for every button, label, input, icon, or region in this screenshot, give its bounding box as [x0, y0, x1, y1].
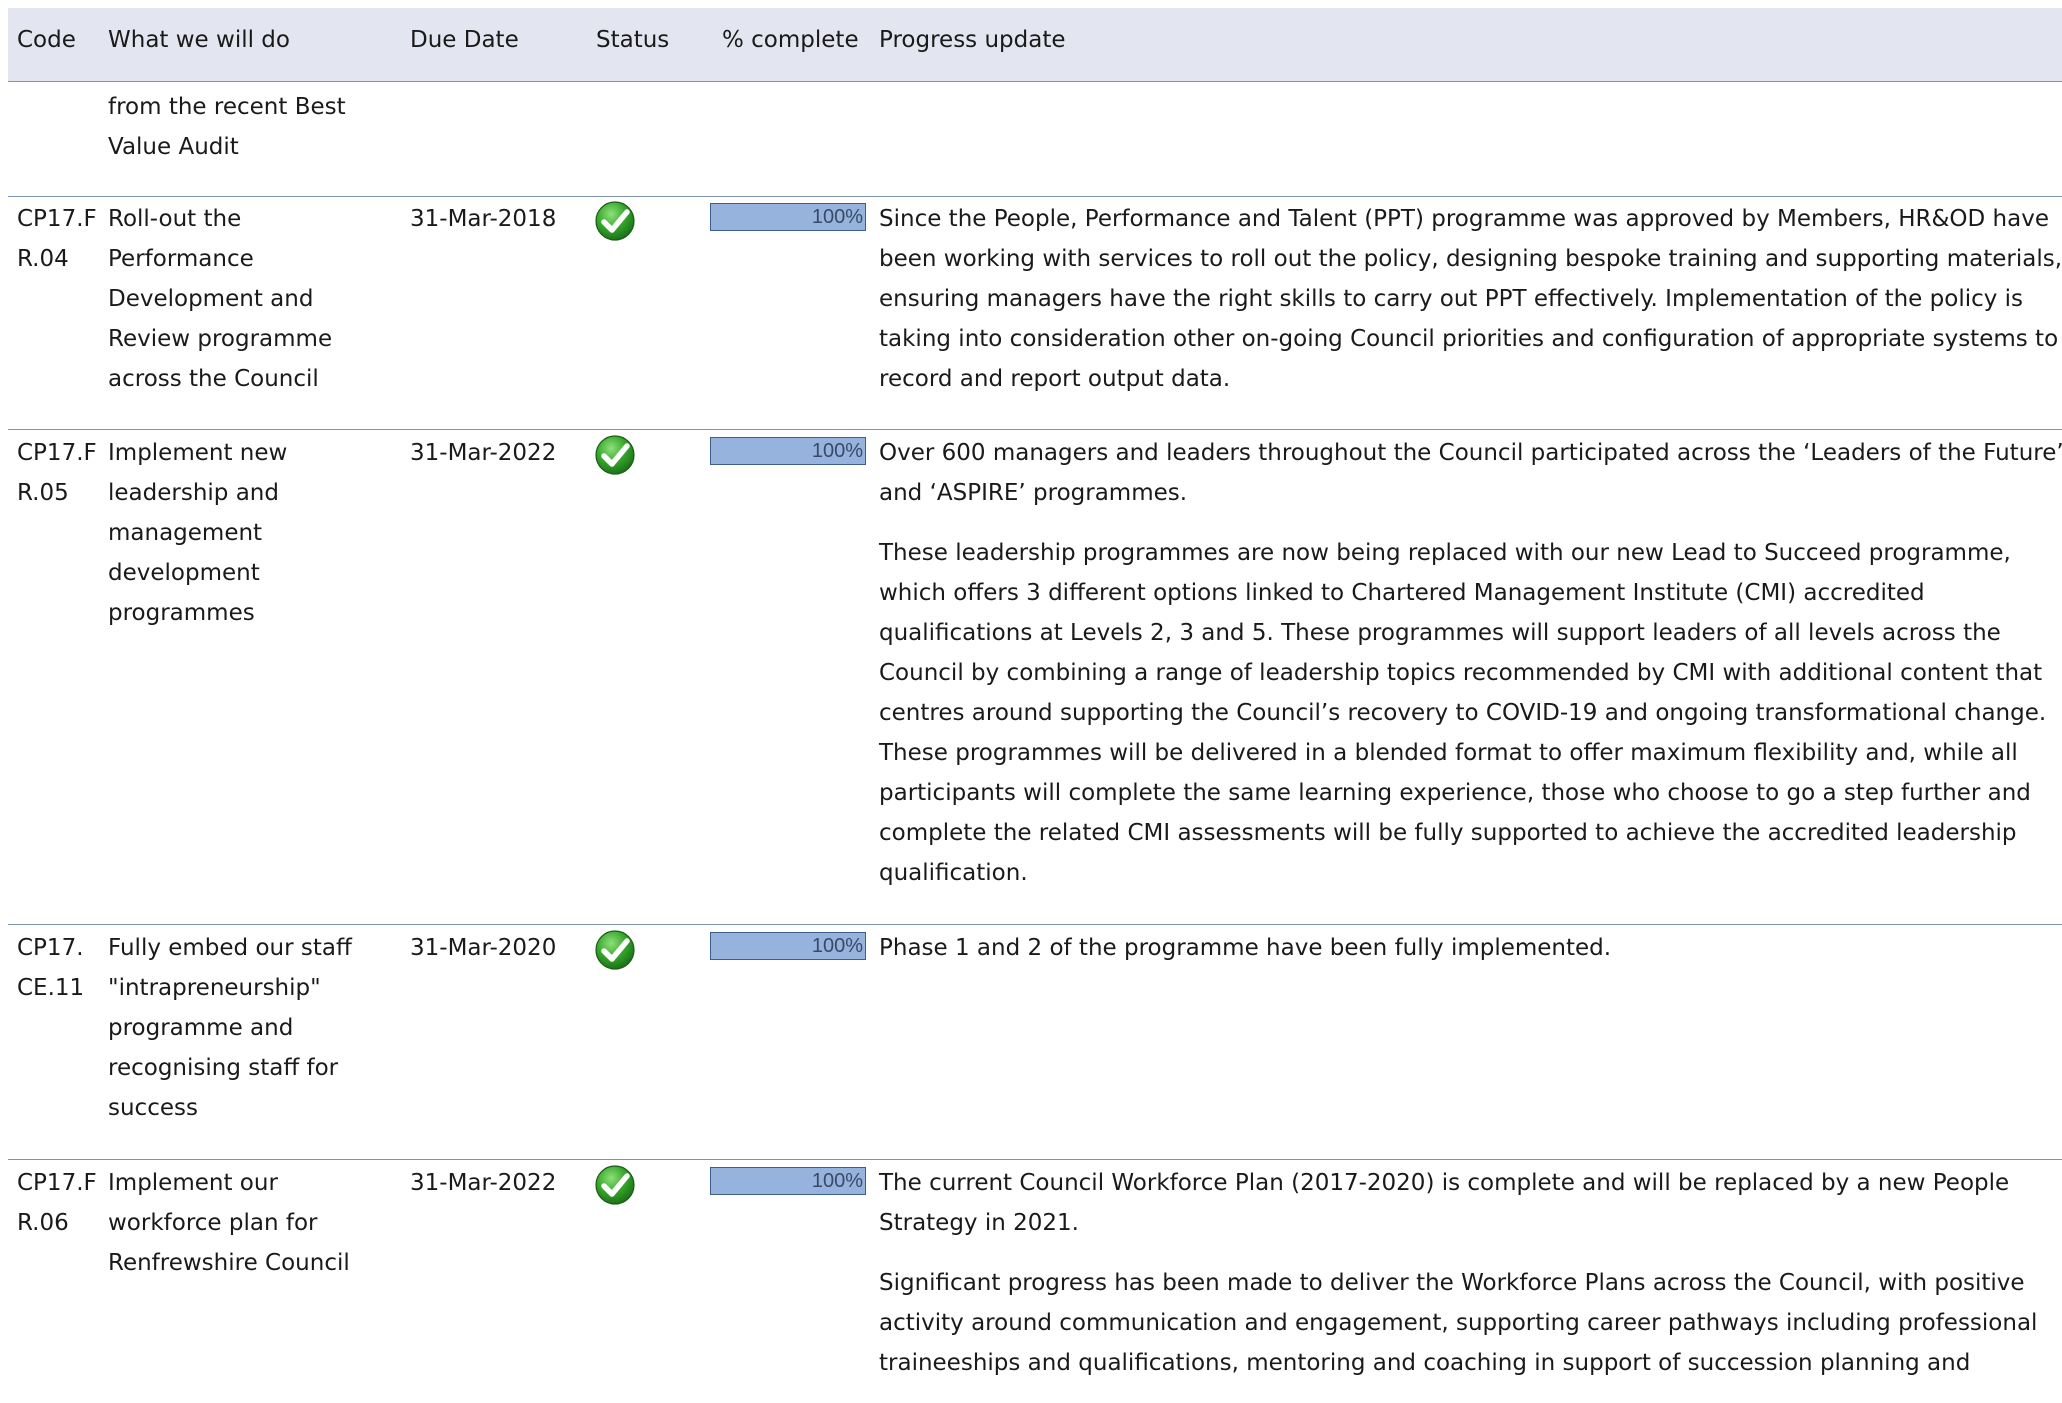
percent-complete-bar: 100%	[710, 437, 866, 465]
what-line: Roll-out the	[108, 206, 242, 232]
what-cell: Implement our workforce plan for Renfrew…	[108, 1163, 376, 1283]
what-line: development	[108, 560, 260, 586]
update-paragraph: The current Council Workforce Plan (2017…	[879, 1170, 2010, 1236]
what-cell: from the recent Best Value Audit	[108, 87, 376, 167]
what-line: across the Council	[108, 366, 319, 392]
column-header-status: Status	[596, 27, 670, 53]
column-header-due-date: Due Date	[410, 27, 519, 53]
what-line: Renfrewshire Council	[108, 1250, 350, 1276]
row-divider	[8, 1159, 2062, 1160]
code-line: R.04	[17, 246, 69, 272]
percent-complete-bar: 100%	[710, 1167, 866, 1195]
percent-complete-bar: 100%	[710, 203, 866, 231]
what-line: Performance	[108, 246, 254, 272]
what-cell: Roll-out the Performance Development and…	[108, 199, 376, 399]
column-header-code: Code	[17, 27, 76, 53]
due-date-cell: 31-Mar-2018	[410, 206, 557, 232]
due-date-cell: 31-Mar-2020	[410, 935, 557, 961]
what-line: management	[108, 520, 263, 546]
update-paragraph: Since the People, Performance and Talent…	[879, 206, 2062, 392]
row-divider	[8, 429, 2062, 430]
progress-update-cell: The current Council Workforce Plan (2017…	[879, 1163, 2062, 1403]
what-line: recognising staff for	[108, 1055, 339, 1081]
update-paragraph: Over 600 managers and leaders throughout…	[879, 440, 2062, 506]
what-line: Implement our	[108, 1170, 278, 1196]
column-header-what: What we will do	[108, 27, 290, 53]
percent-complete-bar: 100%	[710, 932, 866, 960]
update-paragraph: These leadership programmes are now bein…	[879, 540, 2047, 886]
code-line: CP17.F	[17, 1170, 97, 1196]
code-cell: CP17. CE.11	[17, 928, 103, 1008]
what-cell: Fully embed our staff "intrapreneurship"…	[108, 928, 376, 1128]
what-line: Review programme	[108, 326, 333, 352]
what-line: programme and	[108, 1015, 294, 1041]
row-divider	[8, 196, 2062, 197]
update-paragraph: Significant progress has been made to de…	[879, 1270, 2038, 1376]
what-line: "intrapreneurship"	[108, 975, 321, 1001]
code-line: CP17.	[17, 935, 84, 961]
progress-update-cell: Over 600 managers and leaders throughout…	[879, 433, 2062, 913]
what-line: Value Audit	[108, 134, 239, 160]
what-line: Implement new	[108, 440, 288, 466]
progress-update-cell: Phase 1 and 2 of the programme have been…	[879, 928, 2062, 988]
column-header-percent-complete: % complete	[722, 27, 859, 53]
what-cell: Implement new leadership and management …	[108, 433, 376, 633]
update-paragraph: Phase 1 and 2 of the programme have been…	[879, 935, 1612, 961]
code-cell: CP17.F R.06	[17, 1163, 103, 1243]
what-line: workforce plan for	[108, 1210, 318, 1236]
row-divider	[8, 924, 2062, 925]
green-check-icon	[594, 929, 636, 971]
green-check-icon	[594, 1164, 636, 1206]
what-line: from the recent Best	[108, 94, 346, 120]
what-line: success	[108, 1095, 198, 1121]
code-line: R.05	[17, 480, 69, 506]
code-line: CE.11	[17, 975, 85, 1001]
code-line: CP17.F	[17, 440, 97, 466]
what-line: programmes	[108, 600, 255, 626]
code-cell: CP17.F R.05	[17, 433, 103, 513]
what-line: leadership and	[108, 480, 279, 506]
progress-report-table: Code What we will do Due Date Status % c…	[0, 0, 2062, 1384]
due-date-cell: 31-Mar-2022	[410, 440, 557, 466]
what-line: Development and	[108, 286, 314, 312]
progress-update-cell: Since the People, Performance and Talent…	[879, 199, 2062, 419]
column-header-progress-update: Progress update	[879, 27, 1066, 53]
green-check-icon	[594, 434, 636, 476]
due-date-cell: 31-Mar-2022	[410, 1170, 557, 1196]
green-check-icon	[594, 200, 636, 242]
code-cell: CP17.F R.04	[17, 199, 103, 279]
code-line: CP17.F	[17, 206, 97, 232]
table-header: Code What we will do Due Date Status % c…	[8, 8, 2062, 82]
what-line: Fully embed our staff	[108, 935, 352, 961]
code-line: R.06	[17, 1210, 69, 1236]
